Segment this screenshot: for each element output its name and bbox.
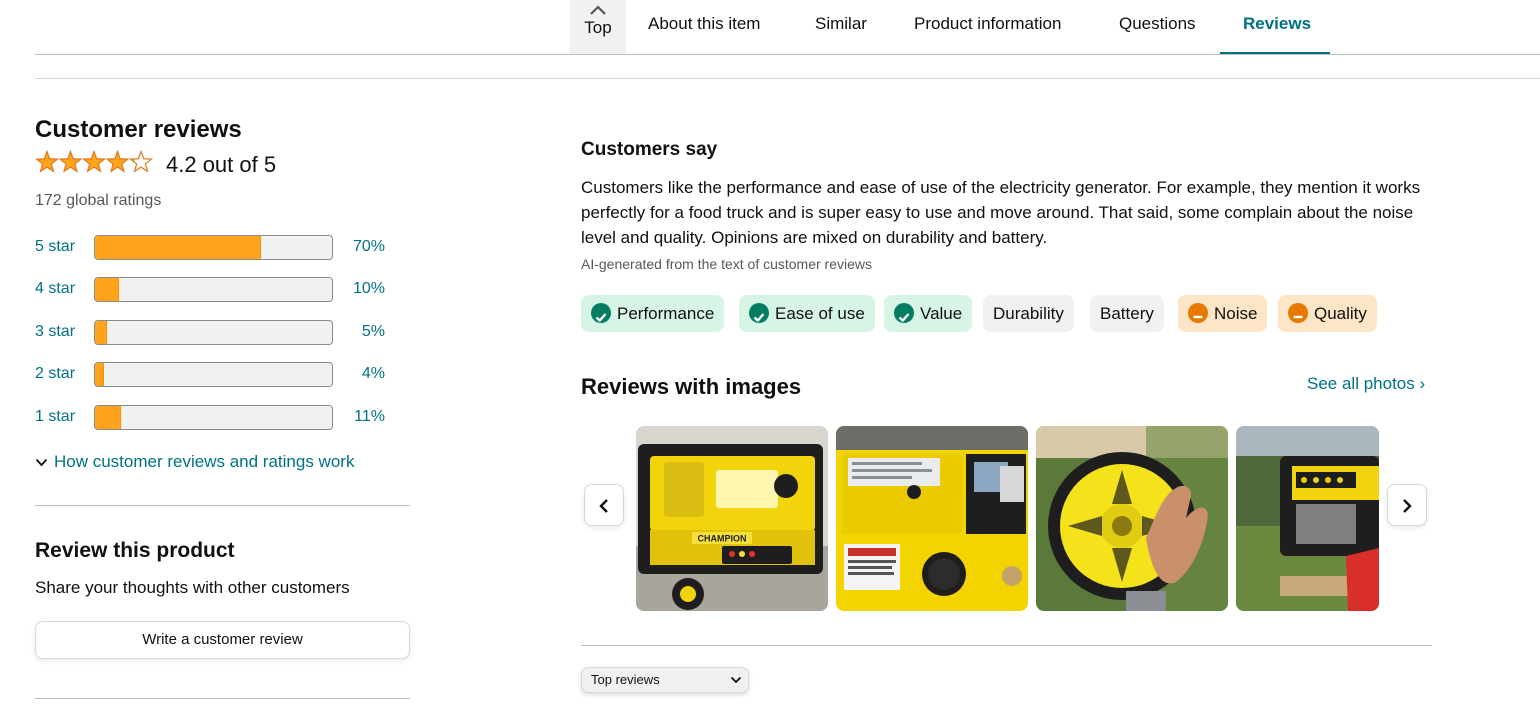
- aspect-chip-label: Ease of use: [775, 304, 865, 323]
- review-this-product-subtitle: Share your thoughts with other customers: [35, 578, 350, 597]
- aspect-chip-performance[interactable]: Performance: [581, 295, 725, 332]
- aspect-chip-noise[interactable]: Noise: [1178, 295, 1268, 332]
- histogram-bar[interactable]: [94, 277, 333, 302]
- tab-about-this-item[interactable]: About this item: [648, 14, 760, 34]
- section-nav: Top About this item Similar Product info…: [0, 0, 1540, 55]
- customer-reviews-title: Customer reviews: [35, 116, 242, 143]
- carousel-next-button[interactable]: [1387, 484, 1427, 526]
- generator-label-photo: [836, 426, 1028, 611]
- histogram-bar[interactable]: [94, 320, 333, 345]
- aspect-chip-label: Battery: [1100, 304, 1154, 323]
- wheel-photo: [1036, 426, 1228, 611]
- sort-reviews-dropdown[interactable]: Top reviews: [581, 667, 749, 693]
- histogram-star-label[interactable]: 2 star: [35, 365, 75, 383]
- tab-similar[interactable]: Similar: [815, 14, 867, 34]
- histogram-row-3-star[interactable]: 3 star 5%: [35, 320, 395, 346]
- generator-photo: CHAMPION: [636, 426, 828, 611]
- histogram-bar-fill: [95, 236, 261, 259]
- aspect-chip-ease-of-use[interactable]: Ease of use: [739, 295, 875, 332]
- histogram-percent[interactable]: 5%: [335, 323, 385, 341]
- aspect-chip-battery[interactable]: Battery: [1090, 295, 1164, 332]
- minus-circle-icon: [1188, 303, 1208, 324]
- review-photo[interactable]: [1236, 426, 1379, 611]
- minus-circle-icon: [1288, 303, 1308, 324]
- review-photo[interactable]: CHAMPION: [636, 426, 828, 611]
- star-icon: [58, 150, 83, 173]
- review-photo[interactable]: [1036, 426, 1228, 611]
- check-circle-icon: [894, 303, 914, 324]
- star-icon: [81, 150, 107, 173]
- aspect-chip-durability[interactable]: Durability: [983, 295, 1074, 332]
- aspect-chip-label: Quality: [1314, 304, 1367, 323]
- star-rating-icon: [35, 150, 153, 173]
- histogram-row-5-star[interactable]: 5 star 70%: [35, 235, 395, 261]
- star-icon: [105, 150, 130, 173]
- reviews-with-images-title: Reviews with images: [581, 374, 802, 399]
- chevron-right-icon: [1403, 499, 1412, 513]
- see-all-photos-link[interactable]: See all photos ›: [1307, 374, 1425, 394]
- carousel-prev-button[interactable]: [584, 484, 624, 526]
- chevron-left-icon: [599, 499, 608, 513]
- histogram-bar[interactable]: [94, 405, 333, 430]
- tab-product-information[interactable]: Product information: [914, 14, 1061, 34]
- back-to-top-label: Top: [584, 18, 612, 37]
- histogram-bar[interactable]: [94, 235, 333, 260]
- photo-logo-text: CHAMPION: [698, 534, 747, 544]
- aspect-chip-label: Noise: [1214, 304, 1258, 323]
- average-rating-text: 4.2 out of 5: [166, 152, 277, 177]
- divider: [35, 698, 410, 699]
- review-this-product-title: Review this product: [35, 539, 235, 562]
- generator-yard-photo: [1236, 426, 1379, 611]
- chevron-down-icon: [35, 458, 48, 467]
- tab-questions[interactable]: Questions: [1119, 14, 1196, 34]
- nav-divider: [35, 54, 1540, 55]
- histogram-bar-fill: [95, 321, 107, 344]
- star-icon: [128, 150, 153, 173]
- customers-say-summary: Customers like the performance and ease …: [581, 178, 1421, 247]
- chevron-up-icon: [590, 5, 606, 15]
- histogram-star-label[interactable]: 5 star: [35, 238, 75, 256]
- histogram-bar-fill: [95, 278, 119, 301]
- histogram-bar[interactable]: [94, 362, 333, 387]
- customers-say-title: Customers say: [581, 139, 718, 160]
- check-circle-icon: [591, 303, 611, 324]
- histogram-row-4-star[interactable]: 4 star 10%: [35, 277, 395, 303]
- aspect-chip-label: Performance: [617, 304, 715, 323]
- aspect-chip-label: Value: [920, 304, 963, 323]
- check-circle-icon: [749, 303, 769, 324]
- histogram-bar-fill: [95, 363, 105, 386]
- sort-selected-value: Top reviews: [591, 672, 660, 687]
- histogram-row-2-star[interactable]: 2 star 4%: [35, 362, 395, 388]
- how-reviews-work-link[interactable]: How customer reviews and ratings work: [35, 452, 354, 472]
- write-review-button[interactable]: Write a customer review: [35, 621, 410, 659]
- histogram-percent[interactable]: 70%: [335, 238, 385, 256]
- histogram-bar-fill: [95, 406, 122, 429]
- histogram-percent[interactable]: 4%: [335, 365, 385, 383]
- histogram-star-label[interactable]: 4 star: [35, 280, 75, 298]
- back-to-top-button[interactable]: Top: [570, 0, 626, 54]
- how-reviews-work-label[interactable]: How customer reviews and ratings work: [54, 452, 354, 471]
- aspect-chip-quality[interactable]: Quality: [1278, 295, 1377, 332]
- global-ratings-count: 172 global ratings: [35, 192, 162, 209]
- section-divider: [35, 78, 1540, 79]
- histogram-percent[interactable]: 10%: [335, 280, 385, 298]
- chevron-down-icon: [730, 676, 742, 684]
- ai-generated-note: AI-generated from the text of customer r…: [581, 256, 873, 272]
- tab-reviews[interactable]: Reviews: [1243, 14, 1311, 34]
- divider: [35, 505, 410, 506]
- aspect-chip-value[interactable]: Value: [884, 295, 973, 332]
- histogram-percent[interactable]: 11%: [335, 408, 385, 426]
- review-photo[interactable]: [836, 426, 1028, 611]
- star-icon: [35, 150, 60, 173]
- histogram-star-label[interactable]: 1 star: [35, 408, 75, 426]
- histogram-row-1-star[interactable]: 1 star 11%: [35, 405, 395, 431]
- aspect-chip-label: Durability: [993, 304, 1064, 323]
- divider: [581, 645, 1432, 646]
- histogram-star-label[interactable]: 3 star: [35, 323, 75, 341]
